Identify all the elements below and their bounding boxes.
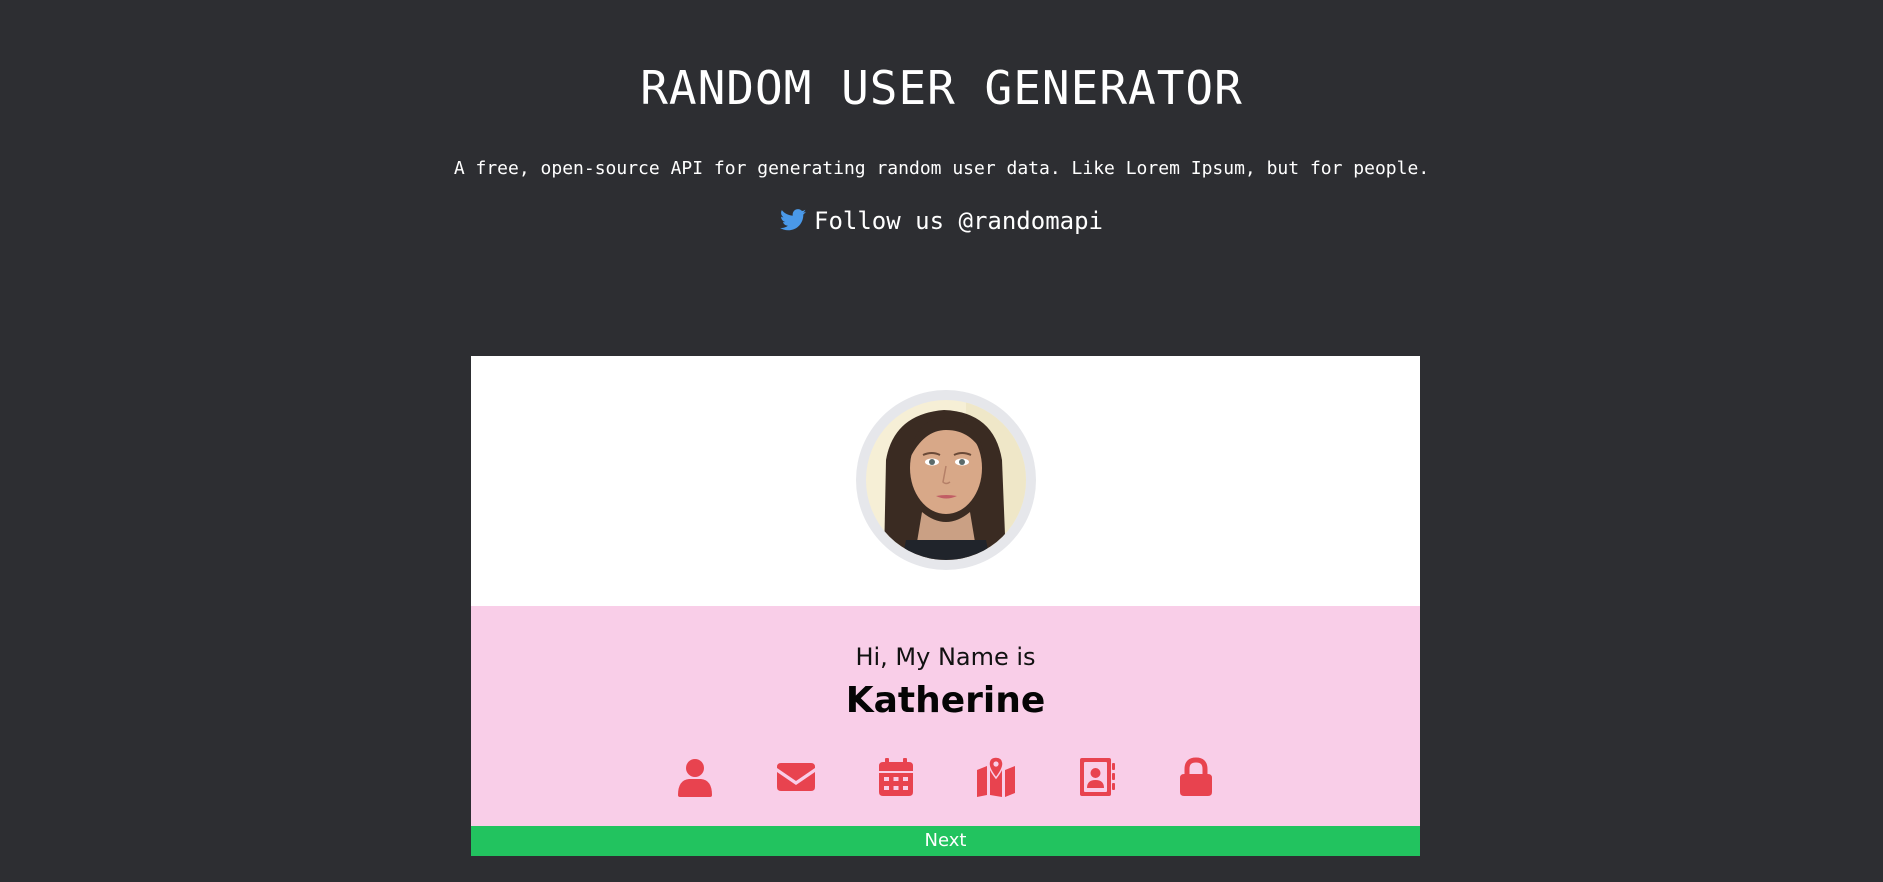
card-info-section: Hi, My Name is Katherine xyxy=(471,606,1420,826)
map-icon[interactable] xyxy=(973,754,1019,800)
avatar xyxy=(856,390,1036,570)
page-title: RANDOM USER GENERATOR xyxy=(640,61,1243,115)
user-name: Katherine xyxy=(845,680,1046,721)
user-icon[interactable] xyxy=(672,754,718,800)
twitter-follow-link[interactable]: Follow us @randomapi xyxy=(0,205,1883,237)
twitter-icon xyxy=(780,207,806,231)
user-card: Hi, My Name is Katherine Next xyxy=(471,356,1420,856)
name-intro: Hi, My Name is xyxy=(855,643,1036,671)
follow-label: Follow us @randomapi xyxy=(814,207,1103,235)
page-subtitle: A free, open-source API for generating r… xyxy=(453,158,1430,179)
avatar-photo xyxy=(866,400,1026,560)
envelope-icon[interactable] xyxy=(773,754,819,800)
calendar-icon[interactable] xyxy=(873,754,919,800)
info-icon-bar xyxy=(471,754,1420,800)
page: RANDOM USER GENERATOR A free, open-sourc… xyxy=(0,0,1883,882)
next-button[interactable]: Next xyxy=(471,826,1420,856)
lock-icon[interactable] xyxy=(1173,754,1219,800)
address-book-icon[interactable] xyxy=(1073,754,1119,800)
card-photo-section xyxy=(471,356,1420,606)
